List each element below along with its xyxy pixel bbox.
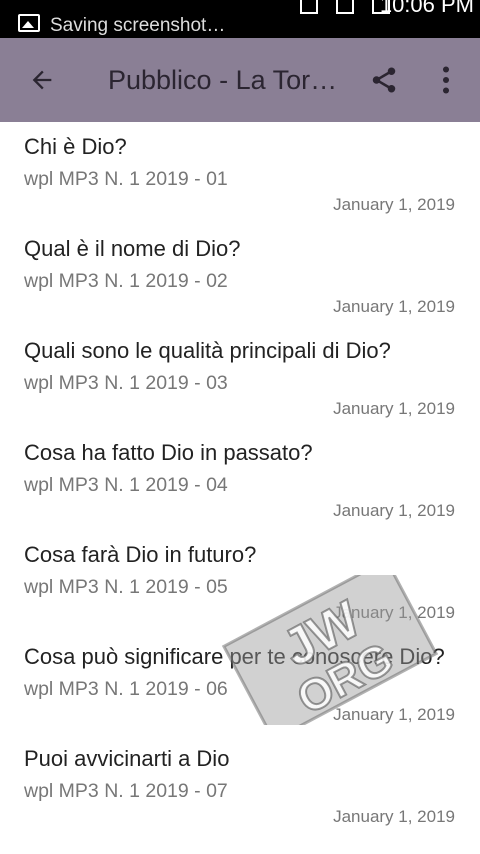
arrow-back-icon [32,70,52,90]
more-vert-icon [442,66,450,94]
status-icons [300,0,390,14]
item-title: Cosa farà Dio in futuro? [24,542,257,567]
item-date: January 1, 2019 [333,603,455,622]
list-item[interactable]: Cosa farà Dio in futuro? wpl MP3 N. 1 20… [0,530,480,632]
list-item[interactable]: Puoi avvicinarti a Dio wpl MP3 N. 1 2019… [0,734,480,836]
item-title: Cosa può significare per te conoscere Di… [24,644,445,669]
item-subtitle: wpl MP3 N. 1 2019 - 01 [24,168,228,190]
item-date: January 1, 2019 [333,297,455,316]
share-button[interactable] [364,60,404,100]
list-item[interactable]: Cosa può significare per te conoscere Di… [0,632,480,734]
item-date: January 1, 2019 [333,501,455,520]
item-title: Quali sono le qualità principali di Dio? [24,338,391,363]
item-date: January 1, 2019 [333,807,455,826]
clock: 10:06 PM [379,0,474,17]
list-item[interactable]: Qual è il nome di Dio? wpl MP3 N. 1 2019… [0,224,480,326]
image-icon [18,14,40,32]
item-title: Cosa ha fatto Dio in passato? [24,440,313,465]
back-button[interactable] [22,60,62,100]
item-subtitle: wpl MP3 N. 1 2019 - 02 [24,270,228,292]
item-date: January 1, 2019 [333,399,455,418]
wifi-icon [300,0,318,14]
list-item[interactable]: Quali sono le qualità principali di Dio?… [0,326,480,428]
status-bar: Saving screenshot… 10:06 PM [0,0,480,38]
list-item[interactable]: Cosa ha fatto Dio in passato? wpl MP3 N.… [0,428,480,530]
item-title: Chi è Dio? [24,134,127,159]
item-subtitle: wpl MP3 N. 1 2019 - 05 [24,576,228,598]
article-list: Chi è Dio? wpl MP3 N. 1 2019 - 01 Januar… [0,122,480,836]
item-title: Qual è il nome di Dio? [24,236,241,261]
list-item[interactable]: Chi è Dio? wpl MP3 N. 1 2019 - 01 Januar… [0,122,480,224]
item-date: January 1, 2019 [333,705,455,724]
signal-icon [336,0,354,14]
item-date: January 1, 2019 [333,195,455,214]
app-toolbar: Pubblico - La Torre di Guardia [0,38,480,122]
item-subtitle: wpl MP3 N. 1 2019 - 06 [24,678,228,700]
item-subtitle: wpl MP3 N. 1 2019 - 04 [24,474,228,496]
notification-text: Saving screenshot… [50,15,226,36]
share-icon [372,67,396,93]
item-subtitle: wpl MP3 N. 1 2019 - 07 [24,780,228,802]
more-options-button[interactable] [430,60,462,100]
item-subtitle: wpl MP3 N. 1 2019 - 03 [24,372,228,394]
page-title: Pubblico - La Torre di Guardia [108,65,338,95]
item-title: Puoi avvicinarti a Dio [24,746,230,771]
